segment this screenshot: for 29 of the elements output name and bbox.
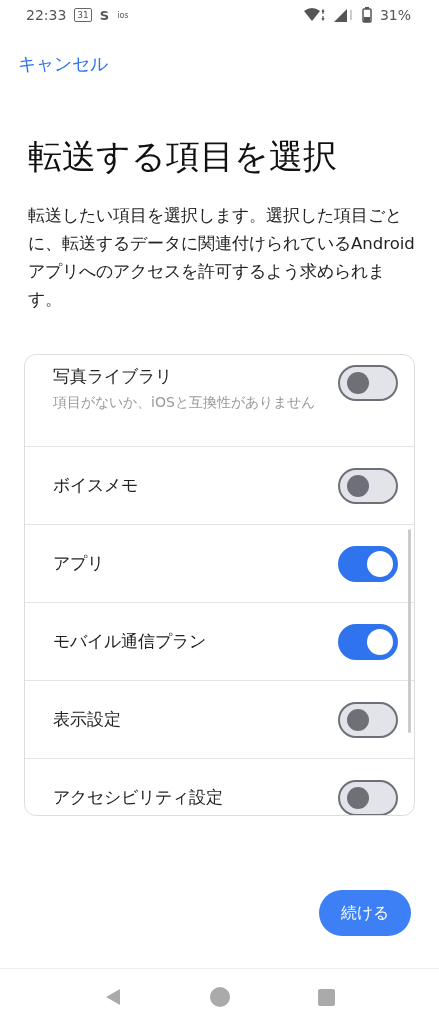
item-label: 表示設定 — [53, 708, 122, 731]
back-icon[interactable] — [104, 988, 122, 1006]
home-icon[interactable] — [210, 987, 230, 1007]
toggle-switch[interactable] — [338, 701, 398, 738]
calendar-icon: 31 — [74, 8, 92, 22]
continue-button[interactable]: 続ける — [319, 890, 411, 936]
cancel-link[interactable]: キャンセル — [18, 52, 108, 76]
toggle-switch[interactable] — [338, 545, 398, 582]
battery-icon — [361, 7, 372, 23]
item-label: アクセシビリティ設定 — [53, 786, 224, 809]
wifi-icon — [303, 8, 326, 22]
item-label: アプリ — [53, 552, 105, 575]
toggle-switch[interactable] — [338, 779, 398, 815]
description-text: 転送したい項目を選択します。選択した項目ごとに、転送するデータに関連付けられているAndroidアプリへのアクセスを許可するよう求められます。 — [28, 205, 415, 311]
toggle-switch[interactable] — [338, 365, 398, 401]
recents-icon[interactable] — [318, 988, 335, 1006]
app-notification-label: ios — [117, 10, 129, 20]
battery-percent: 31% — [379, 7, 411, 23]
toggle-switch[interactable] — [338, 467, 398, 504]
scrollbar[interactable] — [408, 529, 411, 733]
item-label: モバイル通信プラン — [53, 630, 207, 653]
item-label: ボイスメモ — [53, 474, 139, 497]
item-label: 写真ライブラリ — [53, 365, 173, 388]
page-title: 転送する項目を選択 — [28, 135, 338, 178]
toggle-switch[interactable] — [338, 623, 398, 660]
item-subtitle: 項目がないか、iOSと互換性がありません — [53, 393, 316, 412]
app-notification-icon: S — [99, 7, 110, 23]
status-time: 22:33 — [26, 7, 67, 23]
signal-icon — [333, 8, 354, 22]
